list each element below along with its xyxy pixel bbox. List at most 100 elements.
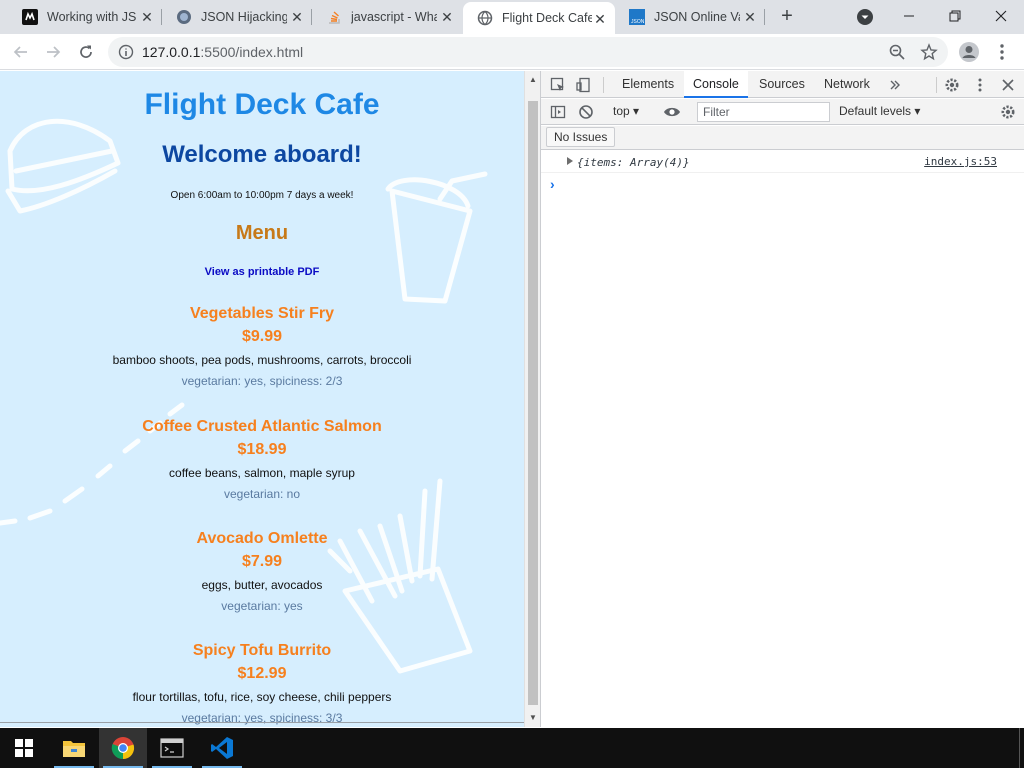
zoom-icon[interactable] (888, 43, 906, 61)
terminal-taskbar-icon[interactable] (148, 728, 196, 768)
close-tab-icon[interactable]: ✕ (440, 10, 454, 24)
inspect-element-icon[interactable] (549, 76, 567, 94)
log-object-preview[interactable]: {items: Array(4)} (577, 156, 690, 169)
log-levels-label: Default levels (839, 104, 912, 118)
chrome-taskbar-icon[interactable] (99, 728, 147, 768)
menu-item-meta: vegetarian: no (223, 487, 301, 501)
globe-icon (176, 9, 192, 25)
menu-item-price: $9.99 (241, 328, 283, 345)
opening-hours: Open 6:00am to 10:00pm 7 days a week! (170, 190, 354, 201)
tab-title: Working with JSON (47, 10, 137, 24)
url-path: :5500/index.html (200, 44, 304, 60)
reload-button[interactable] (74, 40, 98, 64)
devtools-tab-console[interactable]: Console (684, 71, 748, 98)
tab-javascript-what[interactable]: javascript - What ✕ (312, 0, 462, 34)
site-info-icon[interactable] (118, 44, 134, 60)
more-tabs-icon[interactable] (886, 76, 904, 94)
kebab-menu-icon[interactable] (990, 40, 1014, 64)
viewport-bottom-edge (0, 722, 524, 723)
forward-button[interactable] (41, 40, 65, 64)
log-source-link[interactable]: index.js:53 (924, 155, 997, 168)
globe-icon (477, 10, 493, 26)
tab-working-with-json[interactable]: Working with JSON ✕ (8, 0, 162, 34)
dropdown-arrow-icon: ▾ (914, 104, 921, 118)
devtools-panel: Elements Console Sources Network top ▾ D… (540, 71, 1024, 727)
tab-flight-deck-cafe[interactable]: Flight Deck Cafe ✕ (463, 2, 615, 34)
minimize-button[interactable] (886, 0, 932, 32)
vscode-taskbar-icon[interactable] (198, 728, 246, 768)
issues-button[interactable]: No Issues (546, 127, 616, 147)
live-expression-eye-icon[interactable] (663, 103, 681, 121)
menu-item: Vegetables Stir Fry $9.99 bamboo shoots,… (0, 303, 524, 391)
tab-search-icon[interactable] (856, 8, 874, 26)
menu-item-name: Avocado Omlette (196, 530, 328, 547)
tab-title: Flight Deck Cafe (502, 11, 592, 25)
console-settings-gear-icon[interactable] (999, 103, 1017, 121)
menu-item-name: Vegetables Stir Fry (189, 305, 335, 322)
menu-item-description: bamboo shoots, pea pods, mushrooms, carr… (112, 353, 412, 367)
svg-text:JSON: JSON (631, 19, 645, 25)
tab-json-online-validator[interactable]: JSON JSON Online Validator ✕ (615, 0, 765, 34)
printable-pdf-link[interactable]: View as printable PDF (0, 266, 524, 278)
start-button[interactable] (0, 728, 48, 768)
tab-title: JSON Online Validator (654, 10, 740, 24)
back-button[interactable] (9, 40, 33, 64)
console-log-entry[interactable]: {items: Array(4)} index.js:53 (541, 151, 1024, 173)
devtools-tab-sources[interactable]: Sources (750, 71, 814, 98)
menu-item-price: $18.99 (237, 441, 287, 458)
profile-avatar[interactable] (957, 40, 981, 64)
devtools-tab-elements[interactable]: Elements (613, 71, 683, 98)
windows-taskbar (0, 728, 1024, 768)
page-viewport: Flight Deck Cafe Welcome aboard! Open 6:… (0, 71, 524, 727)
expand-triangle-icon[interactable] (567, 157, 573, 165)
page-scrollbar[interactable]: ▲ ▼ (524, 71, 540, 727)
close-tab-icon[interactable]: ✕ (743, 10, 757, 24)
close-tab-icon[interactable]: ✕ (290, 10, 304, 24)
devtools-menu-icon[interactable] (971, 76, 989, 94)
scroll-up-arrow-icon[interactable]: ▲ (529, 75, 537, 84)
github-icon (22, 9, 38, 25)
tab-strip: Working with JSON ✕ JSON Hijacking ✕ jav… (0, 0, 1024, 34)
device-toolbar-icon[interactable] (575, 76, 593, 94)
address-bar[interactable]: 127.0.0.1:5500/index.html (108, 37, 948, 67)
scroll-down-arrow-icon[interactable]: ▼ (529, 713, 537, 722)
tab-title: javascript - What (351, 10, 437, 24)
menu-item-name: Coffee Crusted Atlantic Salmon (142, 418, 382, 435)
close-tab-icon[interactable]: ✕ (140, 10, 154, 24)
url-host: 127.0.0.1 (142, 44, 201, 60)
devtools-tab-network[interactable]: Network (815, 71, 879, 98)
settings-gear-icon[interactable] (943, 76, 961, 94)
close-devtools-icon[interactable] (999, 76, 1017, 94)
tab-divider (764, 9, 765, 25)
menu-item: Spicy Tofu Burrito $12.99 flour tortilla… (0, 640, 524, 727)
console-filter-input[interactable] (697, 102, 830, 122)
close-tab-icon[interactable]: ✕ (593, 12, 607, 26)
bookmark-star-icon[interactable] (920, 43, 938, 61)
background-food-illustration (0, 118, 488, 674)
tab-title: JSON Hijacking (201, 10, 287, 24)
close-window-button[interactable] (978, 0, 1024, 32)
menu-item-meta: vegetarian: yes, spiciness: 2/3 (181, 374, 343, 388)
json-icon: JSON (629, 9, 645, 25)
menu-item-description: eggs, butter, avocados (201, 578, 323, 592)
context-selector[interactable]: top ▾ (613, 104, 639, 118)
sidebar-toggle-icon[interactable] (549, 103, 567, 121)
show-desktop-button[interactable] (1019, 728, 1024, 768)
toolbar-divider (936, 77, 937, 93)
scrollbar-thumb[interactable] (528, 101, 538, 705)
menu-item: Coffee Crusted Atlantic Salmon $18.99 co… (0, 416, 524, 504)
file-explorer-taskbar-icon[interactable] (50, 728, 98, 768)
welcome-heading: Welcome aboard! (162, 141, 362, 168)
issues-bar: No Issues (541, 126, 1024, 150)
log-levels-dropdown[interactable]: Default levels ▾ (839, 104, 920, 118)
tab-json-hijacking[interactable]: JSON Hijacking ✕ (162, 0, 312, 34)
menu-item-description: coffee beans, salmon, maple syrup (169, 466, 355, 480)
new-tab-button[interactable]: + (777, 6, 797, 26)
restore-button[interactable] (932, 0, 978, 32)
menu-item-name: Spicy Tofu Burrito (192, 642, 332, 659)
clear-console-icon[interactable] (577, 103, 595, 121)
console-toolbar: top ▾ Default levels ▾ (541, 99, 1024, 125)
console-prompt-icon[interactable]: › (550, 176, 555, 192)
menu-item-price: $12.99 (237, 665, 287, 682)
browser-toolbar: 127.0.0.1:5500/index.html (0, 34, 1024, 70)
